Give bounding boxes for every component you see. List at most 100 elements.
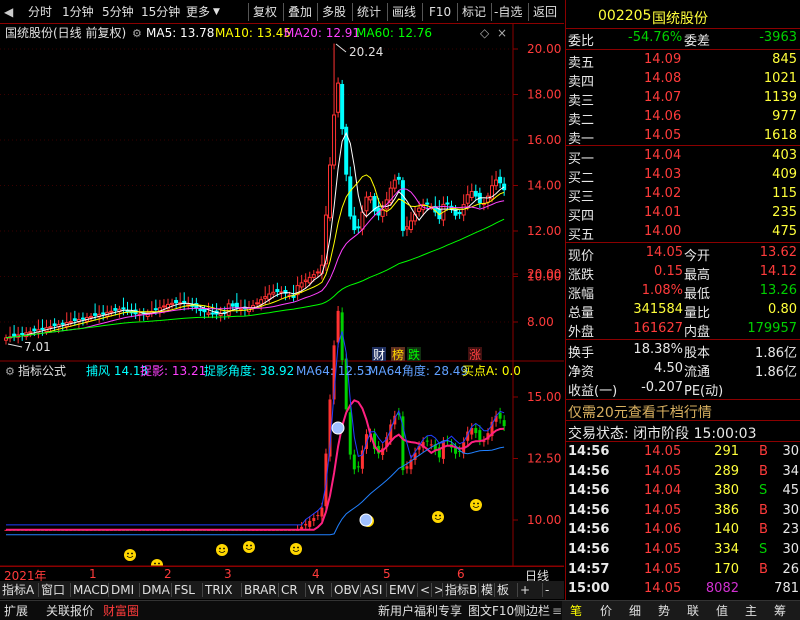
candle-body: [93, 313, 98, 316]
candle-body: [311, 274, 316, 278]
nav-zhi[interactable]: 值: [716, 603, 728, 619]
buy-level-label: 买一: [568, 152, 595, 167]
diejia-button[interactable]: 叠加: [288, 4, 312, 21]
candle-body: [469, 190, 474, 198]
badge-bang-text: 榜: [392, 347, 404, 362]
ind-bar: [348, 412, 352, 455]
f10-button[interactable]: F10: [429, 4, 451, 21]
indicator-tab-10[interactable]: OBV: [334, 583, 360, 598]
nav-zhu[interactable]: 主: [745, 603, 757, 619]
candle-body: [332, 114, 337, 166]
tick-bs: B: [759, 522, 768, 538]
ind-y-axis-label: 15.00: [527, 390, 561, 404]
indicator-tab-7[interactable]: BRAR: [244, 583, 277, 598]
stat-label2: 量比: [684, 306, 711, 321]
close-icon[interactable]: ×: [497, 26, 507, 40]
candle-body: [494, 179, 499, 187]
ind-bar: [478, 430, 482, 441]
high-price-label: 20.24: [349, 45, 383, 59]
indicator-tab-1[interactable]: 窗口: [41, 583, 65, 598]
tab-fenshi[interactable]: 分时: [28, 4, 52, 21]
sell-row: 卖一 14.05 1618: [566, 127, 800, 147]
tick-price: 14.05: [644, 561, 682, 577]
nav-jia[interactable]: 价: [600, 603, 612, 619]
f10-graphic-button[interactable]: 图文F10: [468, 603, 514, 619]
fuquan-button[interactable]: 复权: [253, 4, 277, 21]
indicator-tab-2[interactable]: MACD: [73, 583, 109, 598]
tick-volume: 386: [714, 502, 739, 518]
tongji-button[interactable]: 统计: [357, 4, 381, 21]
candle-body: [498, 176, 503, 184]
indicator-tab-8[interactable]: CR: [281, 583, 298, 598]
tick-count: 30: [782, 444, 799, 459]
indicator-tab-9[interactable]: VR: [308, 583, 325, 598]
nav-chou[interactable]: 筹: [774, 603, 786, 619]
ind-bar: [441, 442, 445, 459]
sidebar-button[interactable]: 侧边栏: [514, 603, 550, 619]
indicator-tab-12[interactable]: EMV: [389, 583, 415, 598]
x-label-6: 6: [457, 567, 465, 581]
indicator-tab-11[interactable]: ASI: [363, 583, 382, 598]
promo-link[interactable]: 仅需20元查看千档行情: [568, 402, 712, 422]
stat-value2: 13.62: [759, 245, 797, 260]
indicator-tab-19[interactable]: -: [545, 583, 549, 598]
candle-body: [465, 194, 470, 204]
nav-bi[interactable]: 笔: [570, 603, 582, 619]
tick-row: 14:56 14.05 289 B 34: [566, 463, 800, 483]
expand-button[interactable]: 扩展: [4, 603, 28, 619]
nav-shi[interactable]: 势: [658, 603, 670, 619]
candle-body: [80, 317, 85, 320]
tab-1min[interactable]: 1分钟: [62, 4, 94, 21]
kline-chart-area[interactable]: 20.00 18.00 16.00 14.00 12.00 10.00 8.00 20.00 1…: [0, 24, 564, 571]
indicator-tab-15[interactable]: 指标B: [445, 583, 477, 598]
indicator-gear-icon[interactable]: ⚙: [5, 365, 15, 378]
ma5-label: MA5: 13.78: [146, 26, 214, 40]
tick-price: 14.05: [644, 463, 682, 479]
more-dropdown-icon[interactable]: ▼: [213, 4, 220, 21]
sell-volume: 845: [772, 52, 797, 67]
diamond-icon[interactable]: ◇: [480, 26, 490, 40]
indicator-tab-4[interactable]: DMA: [142, 583, 170, 598]
back-button[interactable]: 返回: [533, 4, 557, 21]
indicator-tab-13[interactable]: <: [420, 583, 430, 598]
collapse-arrow-icon[interactable]: ◀: [4, 4, 13, 21]
zixuan-button[interactable]: -自选: [494, 4, 522, 21]
stock-name: 国统股份: [652, 11, 708, 27]
indicator-tab-16[interactable]: 模: [481, 583, 493, 598]
tab-5min[interactable]: 5分钟: [102, 4, 134, 21]
promo-row[interactable]: 仅需20元查看千档行情: [566, 401, 800, 421]
indicator-zhuoying: 捉影: 13.21: [140, 363, 206, 378]
quote-nav-tabs: 笔 价 细 势 联 值 主 筹: [562, 601, 800, 620]
biaoji-button[interactable]: 标记: [462, 4, 486, 21]
indicator-tab-3[interactable]: DMI: [111, 583, 134, 598]
tick-bs: B: [759, 502, 768, 518]
stat2-label2: PE(动): [684, 384, 724, 399]
kline-chart[interactable]: 20.00 18.00 16.00 14.00 12.00 10.00 8.00 20.00 1…: [0, 24, 564, 571]
indicator-tab-17[interactable]: 板: [497, 583, 509, 598]
stat-value2: 0.80: [768, 302, 797, 317]
huaxian-button[interactable]: 画线: [392, 4, 416, 21]
settings-gear-icon[interactable]: ⚙: [132, 27, 142, 40]
indicator-tab-0[interactable]: 指标A: [2, 583, 34, 598]
indicator-tab-18[interactable]: +: [520, 583, 530, 598]
tab-15min[interactable]: 15分钟: [141, 4, 180, 21]
signal-ball-icon: [359, 513, 373, 527]
sell-row: 卖五 14.09 845: [566, 51, 800, 71]
indicator-tab-6[interactable]: TRIX: [205, 583, 232, 598]
nav-xi[interactable]: 细: [629, 603, 641, 619]
ind-bar: [352, 454, 356, 470]
candle-body: [445, 202, 450, 205]
tab-more[interactable]: 更多: [186, 4, 210, 21]
status-bar: 扩展 关联报价 财富圈 新用户福利专享 图文F10 侧边栏 ≡ 笔 价 细 势 …: [0, 600, 800, 620]
new-user-benefit-link[interactable]: 新用户福利专享: [378, 603, 462, 619]
nav-lian[interactable]: 联: [687, 603, 699, 619]
buy-volume: 475: [772, 224, 797, 239]
candle-body: [121, 307, 126, 310]
indicator-tab-5[interactable]: FSL: [174, 583, 195, 598]
wealth-circle-button[interactable]: 财富圈: [103, 603, 139, 619]
buy-level-label: 买五: [568, 228, 595, 243]
ma64-line: [6, 439, 505, 536]
menu-icon[interactable]: ≡: [552, 603, 562, 619]
related-quote-button[interactable]: 关联报价: [46, 603, 94, 619]
duogu-button[interactable]: 多股: [322, 4, 346, 21]
